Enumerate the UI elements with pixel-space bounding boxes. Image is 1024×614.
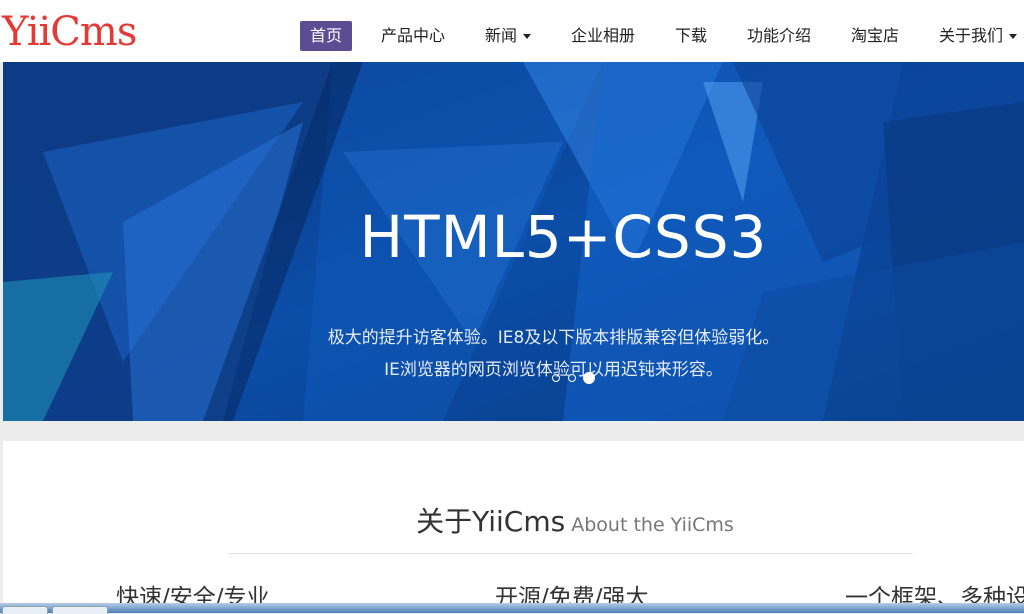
nav-item-label: 关于我们 [939,26,1004,45]
nav-item-label: 企业相册 [571,26,636,45]
nav-item-label: 新闻 [485,26,518,45]
site-header: YiiCms 首页 产品中心 新闻 企业相册 下载 功能介绍 淘宝店 关于我们 [0,0,1024,62]
chevron-down-icon [523,34,532,39]
nav-item-features[interactable]: 功能介绍 [747,21,811,51]
nav-item-taobao[interactable]: 淘宝店 [851,21,899,51]
os-taskbar [0,603,1024,613]
carousel-dot[interactable] [552,374,560,382]
nav-item-label: 产品中心 [381,26,446,45]
carousel-dot[interactable] [568,374,576,382]
banner-subtitle-line2: IE浏览器的网页浏览体验可以用迟钝来形容。 [384,360,723,380]
nav-item-home[interactable]: 首页 [300,21,352,51]
nav-item-about[interactable]: 关于我们 [939,21,1018,51]
chevron-down-icon [1009,34,1018,39]
nav-item-album[interactable]: 企业相册 [571,21,635,51]
nav-item-label: 淘宝店 [851,26,900,45]
nav-item-label: 首页 [309,26,342,45]
about-subtitle: About the YiiCms [571,514,734,536]
site-logo[interactable]: YiiCms [2,6,137,58]
nav-item-products[interactable]: 产品中心 [381,21,445,51]
about-heading: 关于YiiCms About the YiiCms [0,500,1024,540]
banner-title: HTML5+CSS3 [359,203,768,271]
banner-subtitle-line1: 极大的提升访客体验。IE8及以下版本排版兼容但体验弱化。 [327,328,780,348]
carousel-dot-active[interactable] [583,372,595,384]
nav-item-label: 功能介绍 [747,26,812,45]
nav-item-news[interactable]: 新闻 [485,21,532,51]
divider [228,553,913,554]
nav-item-download[interactable]: 下载 [675,21,707,51]
about-title: 关于YiiCms [416,505,566,538]
banner-carousel[interactable]: HTML5+CSS3 极大的提升访客体验。IE8及以下版本排版兼容但体验弱化。 … [3,62,1024,421]
nav-item-label: 下载 [675,26,708,45]
